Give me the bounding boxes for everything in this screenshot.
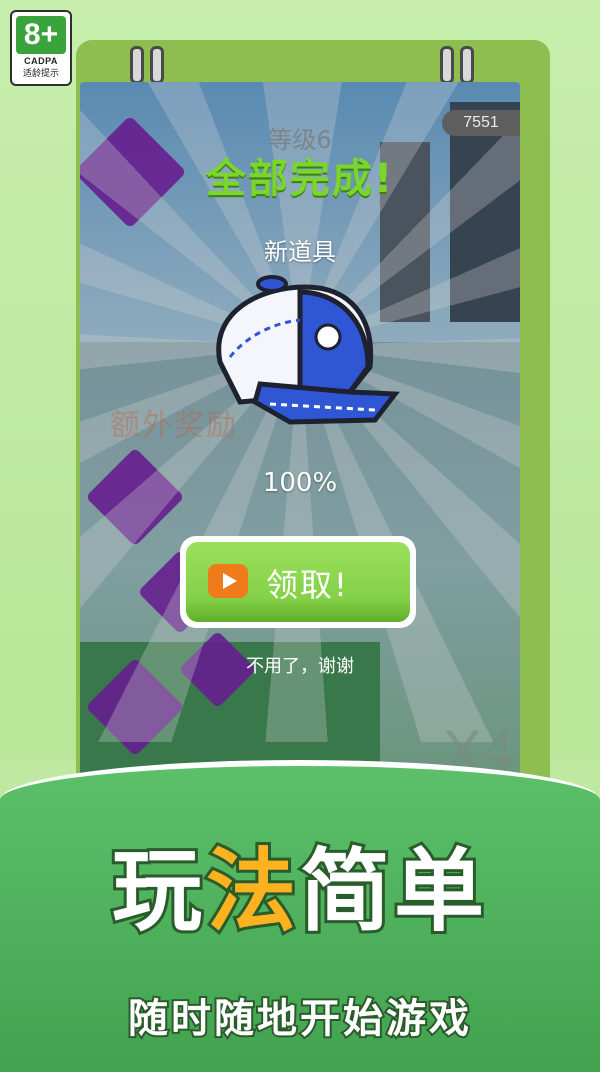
headline-part2: 法 — [203, 836, 300, 947]
complete-title: 全部完成! — [205, 156, 395, 202]
headline-part3: 简单 — [297, 836, 488, 947]
faded-bonus-text: 额外奖励 — [110, 408, 238, 443]
age-rating-number: 8+ — [16, 16, 66, 54]
game-screen: 7551 等级6 全部完成! 新道具 额外奖励 100% 领取! 不用了，谢谢 … — [80, 82, 520, 782]
binder-ring-icon — [440, 46, 454, 84]
promo-subtitle: 随时随地开始游戏 — [126, 994, 472, 1044]
promo-headline: 玩法简单 — [0, 818, 600, 948]
new-item-label: 新道具 — [264, 238, 336, 266]
age-rating-org: CADPA — [24, 56, 58, 66]
binder-ring-icon — [130, 46, 144, 84]
age-rating-badge: 8+ CADPA 适龄提示 — [10, 10, 72, 86]
play-video-icon — [208, 564, 248, 598]
age-rating-tip: 适龄提示 — [22, 69, 59, 79]
claim-button[interactable]: 领取! — [180, 536, 416, 628]
headline-part1: 玩 — [109, 836, 206, 947]
progress-percent: 100% — [262, 468, 338, 498]
decline-link[interactable]: 不用了，谢谢 — [80, 652, 520, 678]
claim-button-label: 领取! — [266, 566, 349, 604]
binder-ring-icon — [150, 46, 164, 84]
claim-button-face[interactable]: 领取! — [186, 542, 410, 622]
binder-ring-icon — [460, 46, 474, 84]
